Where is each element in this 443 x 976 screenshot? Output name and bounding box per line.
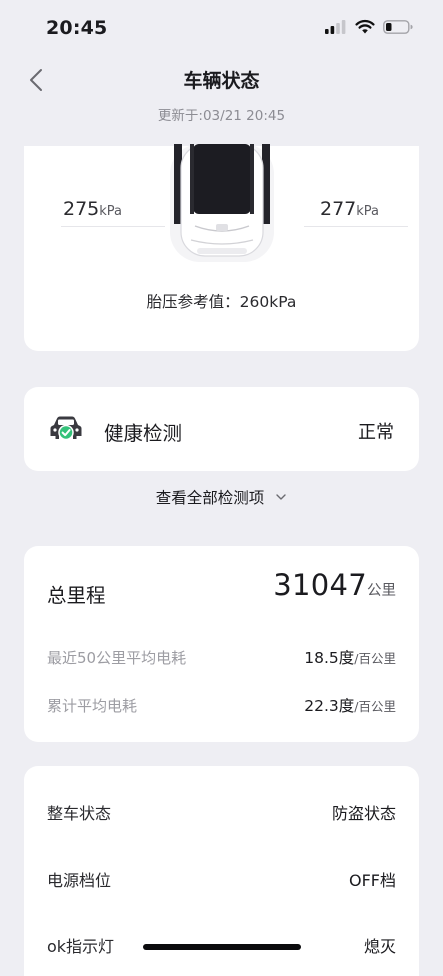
consumption-number: 18.5度 — [304, 649, 355, 667]
health-status: 正常 — [358, 422, 394, 443]
view-all-checks-link[interactable]: 查看全部检测项 — [0, 486, 443, 508]
status-bar: 20:45 — [0, 0, 443, 60]
vehicle-state-row: 整车状态 防盗状态 — [47, 800, 396, 824]
consumption-label: 累计平均电耗 — [47, 697, 138, 715]
tire-pressure-left: 275kPa — [63, 198, 122, 220]
nav-bar: 车辆状态 更新于:03/21 20:45 — [0, 60, 443, 140]
divider — [304, 226, 408, 227]
car-top-view-icon — [170, 144, 274, 262]
tire-right-value: 277 — [320, 198, 357, 220]
total-mileage-label: 总里程 — [47, 584, 106, 607]
total-mileage-value: 31047公里 — [273, 568, 396, 602]
status-time: 20:45 — [46, 17, 108, 39]
tire-pressure-right: 277kPa — [320, 198, 379, 220]
update-time: 更新于:03/21 20:45 — [157, 108, 286, 124]
consumption-row: 最近50公里平均电耗 18.5度/百公里 — [47, 647, 396, 668]
health-check-card[interactable]: 健康检测 正常 — [24, 387, 419, 471]
mileage-number: 31047 — [273, 568, 367, 602]
battery-icon — [383, 19, 413, 34]
health-check-label: 健康检测 — [104, 422, 183, 445]
view-all-label: 查看全部检测项 — [155, 489, 265, 507]
state-label: 整车状态 — [47, 804, 112, 823]
state-value: 熄灭 — [363, 937, 396, 956]
consumption-unit: /百公里 — [354, 699, 396, 714]
tire-pressure-card: 275kPa 277kPa 胎压参考值：260kPa — [24, 144, 419, 351]
state-value: 防盗状态 — [331, 804, 396, 823]
mileage-card: 总里程 31047公里 最近50公里平均电耗 18.5度/百公里 累计平均电耗 … — [24, 546, 419, 742]
vehicle-state-row: 电源档位 OFF档 — [47, 867, 396, 891]
consumption-number: 22.3度 — [304, 697, 355, 715]
consumption-row: 累计平均电耗 22.3度/百公里 — [47, 695, 396, 716]
consumption-label: 最近50公里平均电耗 — [47, 649, 187, 667]
cellular-signal-icon — [325, 19, 346, 34]
wifi-icon — [355, 19, 375, 34]
car-check-icon — [50, 416, 82, 441]
state-label: 电源档位 — [47, 871, 112, 890]
tire-left-unit: kPa — [99, 204, 123, 219]
tire-left-value: 275 — [63, 198, 100, 220]
consumption-value: 22.3度/百公里 — [304, 694, 396, 716]
status-icons — [325, 19, 413, 34]
state-value: OFF档 — [348, 871, 396, 890]
tire-reference-value: 胎压参考值：260kPa — [146, 293, 297, 311]
state-label: ok指示灯 — [47, 937, 115, 956]
page-title: 车辆状态 — [183, 70, 260, 92]
consumption-unit: /百公里 — [354, 651, 396, 666]
mileage-unit: 公里 — [367, 583, 396, 599]
home-indicator[interactable] — [143, 944, 301, 950]
consumption-value: 18.5度/百公里 — [304, 646, 396, 668]
chevron-down-icon — [276, 494, 286, 500]
divider — [61, 226, 165, 227]
tire-right-unit: kPa — [356, 204, 380, 219]
